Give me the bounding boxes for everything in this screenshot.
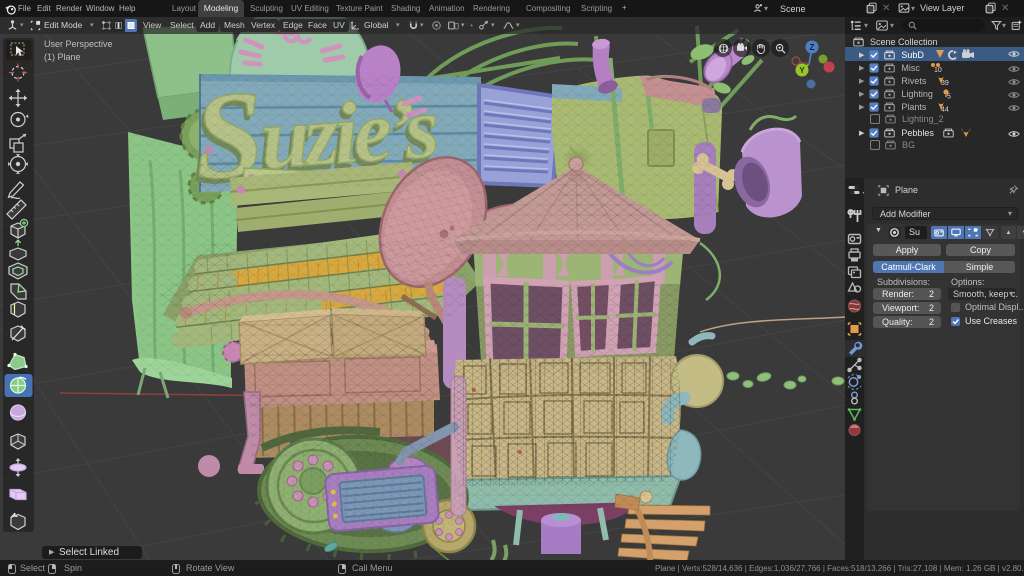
svg-text:Y: Y — [799, 66, 805, 75]
svg-text:5: 5 — [947, 94, 951, 100]
svg-text:Z: Z — [810, 43, 815, 52]
svg-text:10: 10 — [934, 67, 942, 73]
svg-text:39: 39 — [941, 80, 949, 86]
svg-text:44: 44 — [941, 107, 949, 113]
